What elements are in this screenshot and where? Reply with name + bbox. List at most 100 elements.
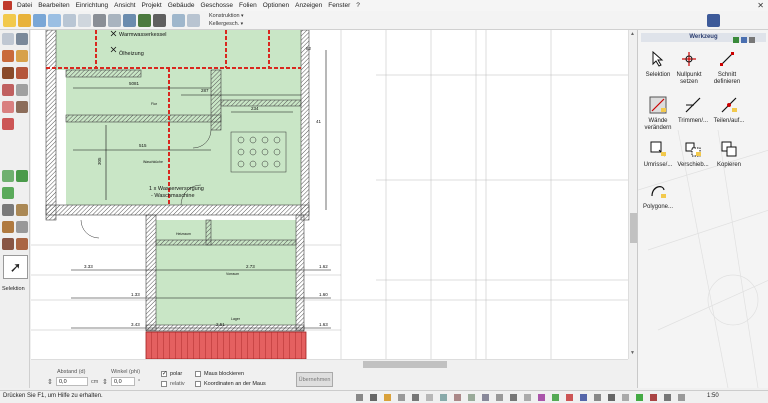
color-icon[interactable] — [538, 394, 545, 401]
table-icon[interactable] — [370, 394, 377, 401]
roof-tool-icon[interactable] — [16, 67, 28, 79]
pan-icon[interactable] — [608, 394, 615, 401]
surface-tool-icon[interactable] — [2, 187, 14, 199]
menu-item-fenster[interactable]: Fenster — [325, 0, 353, 11]
redo-icon[interactable] — [48, 14, 61, 27]
distance-input[interactable]: 0,0 — [56, 377, 88, 386]
ortho-icon[interactable] — [510, 394, 517, 401]
window-tool-icon[interactable] — [2, 67, 14, 79]
drawing-canvas[interactable]: 5081 287 234 515 305 82 41 3.33 1.62 2.7… — [31, 30, 628, 359]
menu-item-gebaeude[interactable]: Gebäude — [165, 0, 198, 11]
view-icon[interactable] — [108, 14, 121, 27]
3d-view-icon[interactable] — [123, 14, 136, 27]
menu-item-datei[interactable]: Datei — [14, 0, 35, 11]
snap-grid-icon[interactable] — [496, 394, 503, 401]
menu-item-einrichtung[interactable]: Einrichtung — [73, 0, 112, 11]
selection-tool-button[interactable]: ➚ — [3, 255, 28, 279]
angle-input[interactable]: 0,0 — [111, 377, 135, 386]
undo-icon[interactable] — [33, 14, 46, 27]
pencil-tool-icon[interactable] — [2, 221, 14, 233]
menu-item-anzeigen[interactable]: Anzeigen — [292, 0, 325, 11]
section-view-icon[interactable] — [650, 394, 657, 401]
chimney-tool-icon[interactable] — [16, 101, 28, 113]
horizontal-scroll-thumb[interactable] — [363, 361, 447, 368]
tool-polygone[interactable]: Polygone... — [639, 180, 677, 225]
menu-item-bearbeiten[interactable]: Bearbeiten — [35, 0, 72, 11]
tool-kopieren[interactable]: Kopieren — [710, 138, 748, 183]
snap-mid-icon[interactable] — [440, 394, 447, 401]
column-tool-icon[interactable] — [16, 84, 28, 96]
hat-icon[interactable] — [153, 14, 166, 27]
horizontal-scrollbar[interactable] — [31, 359, 628, 368]
menu-item-ansicht[interactable]: Ansicht — [111, 0, 138, 11]
beam-tool-icon[interactable] — [2, 101, 14, 113]
snap-intersection-icon[interactable] — [468, 394, 475, 401]
tree-icon[interactable] — [138, 14, 151, 27]
scroll-down-icon[interactable]: ▼ — [630, 350, 635, 356]
object-tool-icon[interactable] — [2, 238, 14, 250]
grid-icon[interactable] — [356, 394, 363, 401]
door-tool-icon[interactable] — [16, 50, 28, 62]
zoom-all-icon[interactable] — [594, 394, 601, 401]
furniture-tool-icon[interactable] — [16, 238, 28, 250]
panel-close-icon[interactable] — [749, 37, 755, 43]
distance-spinner-icon[interactable]: ⇕ — [47, 378, 53, 386]
close-icon[interactable]: ✕ — [757, 1, 764, 10]
wall-tool-icon[interactable] — [2, 50, 14, 62]
pointer-tool-icon[interactable] — [2, 33, 14, 45]
paste-icon[interactable] — [78, 14, 91, 27]
measure-icon[interactable] — [566, 394, 573, 401]
snap-point-icon[interactable] — [412, 394, 419, 401]
properties-icon[interactable] — [664, 394, 671, 401]
tool-schnitt[interactable]: Schnitt definieren — [708, 48, 746, 93]
vertical-scrollbar[interactable]: ▲ ▼ — [628, 30, 637, 359]
line-tool-icon[interactable] — [16, 221, 28, 233]
apply-button[interactable]: Übernehmen — [296, 372, 333, 387]
coords-at-mouse-checkbox[interactable] — [195, 381, 201, 387]
scale-indicator[interactable]: 1:50 — [707, 393, 719, 399]
help-book-icon[interactable] — [707, 14, 720, 27]
layer-visibility-icon[interactable] — [524, 394, 531, 401]
panel-pin-icon[interactable] — [733, 37, 739, 43]
cursor-mode-icon[interactable] — [552, 394, 559, 401]
block-mouse-checkbox[interactable] — [195, 371, 201, 377]
relative-checkbox[interactable] — [161, 381, 167, 387]
building-icon[interactable] — [187, 14, 200, 27]
copy-icon[interactable] — [63, 14, 76, 27]
redraw-icon[interactable] — [622, 394, 629, 401]
info-icon[interactable] — [678, 394, 685, 401]
polar-checkbox[interactable]: ✓ — [161, 371, 167, 377]
tool-verschieben[interactable]: Verschieb... — [674, 138, 712, 183]
stairs-tool-icon[interactable] — [2, 84, 14, 96]
menu-item-geschosse[interactable]: Geschosse — [197, 0, 236, 11]
tool-nullpunkt[interactable]: Nullpunkt setzen — [670, 48, 708, 93]
dimension-tool-icon[interactable] — [2, 204, 14, 216]
open-folder-icon[interactable] — [18, 14, 31, 27]
menu-item-help[interactable]: ? — [353, 0, 363, 11]
text-tool-icon[interactable] — [16, 204, 28, 216]
view-3d-icon[interactable] — [636, 394, 643, 401]
terrain-tool-icon[interactable] — [2, 170, 14, 182]
menu-item-optionen[interactable]: Optionen — [260, 0, 292, 11]
new-file-icon[interactable] — [3, 14, 16, 27]
pencil-icon[interactable] — [384, 394, 391, 401]
snap-center-icon[interactable] — [454, 394, 461, 401]
tool-trimmen[interactable]: Trimmen/... — [674, 94, 712, 139]
angle-spinner-icon[interactable]: ⇕ — [102, 378, 108, 386]
menu-item-projekt[interactable]: Projekt — [139, 0, 165, 11]
snap-perpendicular-icon[interactable] — [482, 394, 489, 401]
construction-dropdown[interactable]: Konstruktion — [209, 13, 243, 20]
zoom-window-icon[interactable] — [580, 394, 587, 401]
vertical-scroll-thumb[interactable] — [630, 213, 637, 243]
layer-icon[interactable] — [172, 14, 185, 27]
panel-settings-icon[interactable] — [741, 37, 747, 43]
plant-tool-icon[interactable] — [16, 170, 28, 182]
slab-tool-icon[interactable] — [2, 118, 14, 130]
zoom-tool-icon[interactable] — [16, 33, 28, 45]
print-icon[interactable] — [93, 14, 106, 27]
menu-item-folien[interactable]: Folien — [236, 0, 260, 11]
snap-line-icon[interactable] — [398, 394, 405, 401]
tool-umrisse[interactable]: Umrisse/... — [639, 138, 677, 183]
floor-dropdown[interactable]: Kellergesch. — [209, 21, 243, 28]
tool-waende[interactable]: Wände verändern — [639, 94, 677, 139]
